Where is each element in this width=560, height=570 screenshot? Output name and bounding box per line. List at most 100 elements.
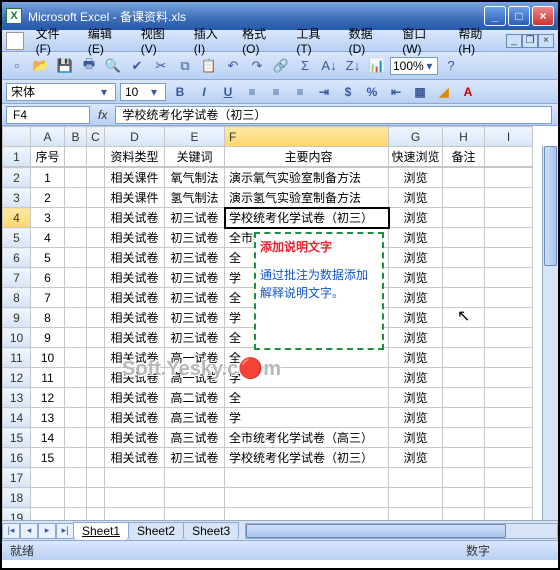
menu-view[interactable]: 视图(V) [135,23,186,58]
cell[interactable]: 1 [31,168,65,188]
maximize-button[interactable]: □ [508,6,530,26]
bold-button[interactable]: B [170,82,190,102]
menu-format[interactable]: 格式(O) [236,23,288,58]
row-header[interactable]: 11 [3,348,31,368]
worksheet-grid[interactable]: A B C D E F G H I 1 序号 资料类型 关键词 主要内容 快速浏… [2,126,558,520]
align-left-button[interactable]: ≡ [242,82,262,102]
tab-last-button[interactable]: ▸| [56,523,74,539]
menu-tools[interactable]: 工具(T) [290,23,340,58]
font-size-combo[interactable]: 10▾ [120,83,166,101]
sort-asc-icon[interactable]: A↓ [318,55,340,77]
cell[interactable]: 10 [31,348,65,368]
sum-icon[interactable]: Σ [294,55,316,77]
menu-data[interactable]: 数据(D) [343,23,395,58]
row-header[interactable]: 13 [3,388,31,408]
row-header[interactable]: 8 [3,288,31,308]
row-header[interactable]: 4 [3,208,31,228]
cell[interactable]: 12 [31,388,65,408]
cell[interactable]: 3 [31,208,65,228]
cell-comment-popup[interactable]: 添加说明文字 通过批注为数据添加解释说明文字。 [254,232,384,350]
cut-icon[interactable]: ✂ [150,55,172,77]
row-header[interactable]: 19 [3,508,31,521]
borders-button[interactable]: ▦ [410,82,430,102]
col-header-f[interactable]: F [225,127,389,147]
zoom-combo[interactable]: 100%▾ [390,57,438,75]
col-header-i[interactable]: I [485,127,533,147]
cell[interactable]: 15 [31,448,65,468]
italic-button[interactable]: I [194,82,214,102]
align-center-button[interactable]: ≡ [266,82,286,102]
vscroll-thumb[interactable] [544,146,557,266]
col-header-c[interactable]: C [87,127,105,147]
new-icon[interactable]: ▫ [6,55,28,77]
copy-icon[interactable]: ⧉ [174,55,196,77]
sheet-tab-1[interactable]: Sheet1 [73,522,129,540]
mdi-minimize-button[interactable]: _ [506,34,522,48]
cell[interactable]: 4 [31,228,65,248]
currency-button[interactable]: $ [338,82,358,102]
mdi-close-button[interactable]: × [538,34,554,48]
menu-file[interactable]: 文件(F) [30,23,80,58]
formula-input[interactable]: 学校统考化学试卷（初三） [115,106,552,124]
cell[interactable]: 7 [31,288,65,308]
mdi-restore-button[interactable]: ❐ [522,34,538,48]
save-icon[interactable]: 💾 [54,55,76,77]
close-button[interactable]: × [532,6,554,26]
undo-icon[interactable]: ↶ [222,55,244,77]
col-header-d[interactable]: D [105,127,165,147]
cell[interactable]: 序号 [31,147,65,167]
cell[interactable]: 9 [31,328,65,348]
cell[interactable]: 6 [31,268,65,288]
col-header-e[interactable]: E [165,127,225,147]
sort-desc-icon[interactable]: Z↓ [342,55,364,77]
col-header-a[interactable]: A [31,127,65,147]
font-name-combo[interactable]: 宋体▾ [6,83,116,101]
open-icon[interactable]: 📂 [30,55,52,77]
horizontal-scrollbar[interactable] [245,523,558,539]
cell[interactable]: 2 [31,188,65,208]
redo-icon[interactable]: ↷ [246,55,268,77]
row-header[interactable]: 10 [3,328,31,348]
menu-help[interactable]: 帮助(H) [452,23,504,58]
row-header[interactable]: 2 [3,168,31,188]
percent-button[interactable]: % [362,82,382,102]
row-header[interactable]: 9 [3,308,31,328]
row-header[interactable]: 1 [3,147,31,167]
sheet-tab-2[interactable]: Sheet2 [128,522,184,540]
menu-edit[interactable]: 编辑(E) [82,23,133,58]
row-header[interactable]: 14 [3,408,31,428]
tab-next-button[interactable]: ▸ [38,523,56,539]
fx-icon[interactable]: fx [98,108,107,122]
vertical-scrollbar[interactable] [542,146,558,520]
help-icon[interactable]: ? [440,55,462,77]
indent-button[interactable]: ⇤ [386,82,406,102]
row-header[interactable]: 3 [3,188,31,208]
row-header[interactable]: 15 [3,428,31,448]
row-header[interactable]: 6 [3,248,31,268]
spell-icon[interactable]: ✔ [126,55,148,77]
select-all-corner[interactable] [3,127,31,147]
row-header[interactable]: 16 [3,448,31,468]
row-header[interactable]: 5 [3,228,31,248]
cell[interactable]: 11 [31,368,65,388]
col-header-b[interactable]: B [65,127,87,147]
control-menu-icon[interactable] [6,32,24,50]
cell[interactable]: 14 [31,428,65,448]
link-icon[interactable]: 🔗 [270,55,292,77]
fill-color-button[interactable]: ◢ [434,82,454,102]
print-icon[interactable]: 🖶 [78,55,100,77]
merge-button[interactable]: ⇥ [314,82,334,102]
chart-icon[interactable]: 📊 [366,55,388,77]
hscroll-thumb[interactable] [246,524,506,538]
row-header[interactable]: 17 [3,468,31,488]
name-box[interactable]: F4 [6,106,90,124]
row-header[interactable]: 18 [3,488,31,508]
tab-prev-button[interactable]: ◂ [20,523,38,539]
col-header-g[interactable]: G [389,127,443,147]
cell[interactable]: 5 [31,248,65,268]
row-header[interactable]: 12 [3,368,31,388]
font-color-button[interactable]: A [458,82,478,102]
cell[interactable]: 8 [31,308,65,328]
cell[interactable]: 13 [31,408,65,428]
col-header-h[interactable]: H [443,127,485,147]
